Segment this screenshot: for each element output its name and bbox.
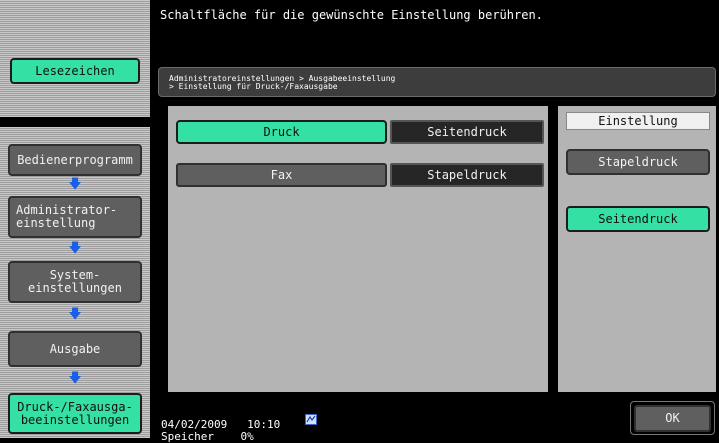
arrow-down-icon: 🡇	[68, 177, 82, 192]
arrow-down-icon: 🡇	[68, 307, 82, 322]
row-druck-button[interactable]: Druck	[176, 120, 387, 144]
settings-panel	[168, 106, 548, 392]
option-seitendruck-button[interactable]: Seitendruck	[566, 206, 710, 232]
nav-ausgabe-button[interactable]: Ausgabe	[8, 331, 142, 367]
bookmark-button[interactable]: Lesezeichen	[10, 58, 140, 84]
memory-label: Speicher	[161, 430, 214, 443]
instruction-text: Schaltfläche für die gewünschte Einstell…	[160, 8, 543, 22]
breadcrumb-line2: > Einstellung für Druck-/Faxausgabe	[169, 82, 338, 91]
network-status-icon	[305, 414, 317, 425]
row-fax-button[interactable]: Fax	[176, 163, 387, 187]
nav-current-line2: beeinstellungen	[20, 412, 130, 427]
left-divider	[0, 117, 150, 127]
row-fax-value: Stapeldruck	[390, 163, 544, 187]
memory-value: 0%	[240, 430, 254, 443]
option-stapeldruck-button[interactable]: Stapeldruck	[566, 149, 710, 175]
memory-status: Speicher 0%	[161, 430, 254, 443]
breadcrumb: Administratoreinstellungen > Ausgabeeins…	[158, 67, 716, 97]
nav-current-line1: Druck-/Faxausga-	[17, 399, 133, 414]
ok-button[interactable]: OK	[634, 405, 711, 432]
nav-administrator-button[interactable]: Administrator- einstellung	[8, 196, 142, 238]
nav-administrator-line2: einstellung	[16, 216, 96, 230]
nav-system-button[interactable]: System- einstellungen	[8, 261, 142, 303]
arrow-down-icon: 🡇	[68, 241, 82, 256]
row-druck-value: Seitendruck	[390, 120, 544, 144]
nav-current-druck-fax-button[interactable]: Druck-/Faxausga- beeinstellungen	[8, 393, 142, 434]
nav-system-line2: einstellungen	[28, 281, 122, 295]
nav-bedienerprogramm-button[interactable]: Bedienerprogramm	[8, 144, 142, 176]
option-panel-title: Einstellung	[566, 112, 710, 130]
arrow-down-icon: 🡇	[68, 371, 82, 386]
